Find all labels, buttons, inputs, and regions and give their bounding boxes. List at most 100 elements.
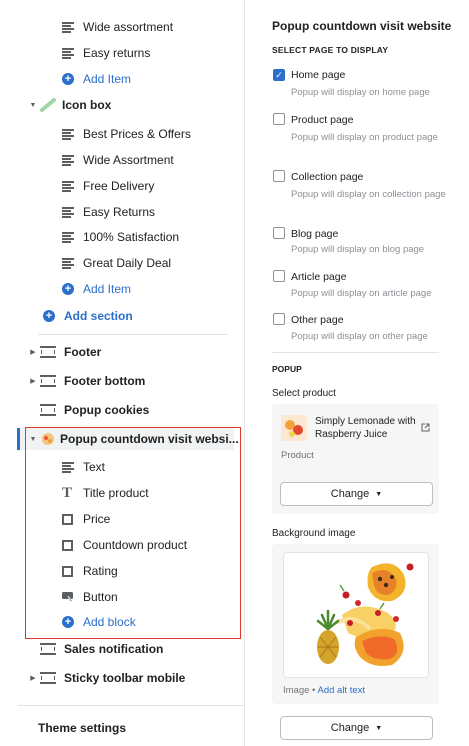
block-label: Wide assortment (83, 20, 174, 34)
text-block-icon (62, 462, 74, 473)
product-type: Product (281, 450, 314, 461)
section-footer[interactable]: ▶ Footer (28, 341, 101, 363)
text-block-icon (62, 207, 74, 218)
block-countdown-product[interactable]: Countdown product (62, 534, 187, 556)
sections-sidebar: Wide assortment Easy returns + Add Item … (0, 0, 245, 746)
add-alt-text-link[interactable]: Add alt text (318, 685, 366, 696)
checkbox-other-page[interactable] (273, 313, 285, 325)
text-block-icon (62, 22, 74, 33)
section-label: Footer bottom (64, 374, 146, 388)
block-label: Countdown product (83, 538, 188, 552)
icon-box-item[interactable]: Free Delivery (62, 175, 154, 197)
block-label: Wide Assortment (83, 153, 174, 167)
section-label: Sticky toolbar mobile (64, 671, 186, 685)
block-label: Button (83, 590, 118, 604)
caret-right-icon: ▶ (30, 675, 36, 682)
caret-right-icon: ▶ (30, 378, 36, 385)
icon-box-item[interactable]: Best Prices & Offers (62, 123, 191, 145)
section-sales-notification[interactable]: Sales notification (40, 638, 163, 660)
caret-down-icon: ▼ (29, 101, 37, 109)
add-item-label: Add Item (83, 72, 132, 86)
section-sticky-toolbar[interactable]: ▶ Sticky toolbar mobile (28, 667, 185, 689)
checkbox-help-text: Popup will display on collection page (291, 189, 446, 200)
checkbox-home-page[interactable]: ✓ (273, 69, 285, 81)
section-label: Footer (64, 345, 102, 359)
block-label: Free Delivery (83, 179, 155, 193)
add-item-button[interactable]: + Add Item (62, 278, 131, 300)
section-label: Icon box (62, 98, 112, 112)
add-section-button[interactable]: + Add section (43, 305, 133, 327)
checkbox-blog-page[interactable] (273, 227, 285, 239)
block-text[interactable]: Text (62, 456, 105, 478)
icon-box-item[interactable]: Easy Returns (62, 201, 155, 223)
section-popup-cookies[interactable]: Popup cookies (40, 399, 149, 421)
button-label: Change (330, 722, 370, 734)
placeholder-block-icon (62, 513, 73, 525)
product-picker-card: Simply Lemonade with Raspberry Juice Pro… (272, 404, 439, 514)
change-product-button[interactable]: Change ▼ (280, 482, 433, 506)
checkbox-help-text: Popup will display on blog page (291, 244, 425, 255)
section-icon (40, 672, 56, 684)
checkbox-label: Product page (291, 114, 354, 126)
select-page-heading: SELECT PAGE TO DISPLAY (272, 45, 389, 55)
block-label: Price (83, 512, 111, 526)
icon-box-item[interactable]: 100% Satisfaction (62, 226, 179, 248)
section-icon (40, 375, 56, 387)
caret-down-icon: ▼ (375, 490, 383, 498)
highlight-box (25, 427, 241, 639)
block-price[interactable]: Price (62, 508, 110, 530)
divider (18, 705, 245, 706)
background-image-label: Background image (272, 528, 356, 539)
section-label: Sales notification (64, 642, 164, 656)
icon-box-item[interactable]: Wide Assortment (62, 149, 174, 171)
plus-icon: + (62, 616, 74, 628)
add-item-button[interactable]: + Add Item (62, 68, 131, 90)
section-footer-bottom[interactable]: ▶ Footer bottom (28, 370, 145, 392)
image-label: Image (283, 685, 310, 696)
section-icon (40, 404, 56, 416)
product-name: Simply Lemonade with Raspberry Juice (315, 416, 416, 440)
section-icon (40, 346, 56, 358)
caret-down-icon: ▼ (375, 724, 383, 732)
checkbox-product-page[interactable] (273, 113, 285, 125)
checkbox-help-text: Popup will display on product page (291, 132, 438, 143)
change-image-button[interactable]: Change ▼ (280, 716, 433, 740)
add-block-button[interactable]: + Add block (62, 611, 136, 633)
theme-settings-link[interactable]: Theme settings (38, 717, 126, 739)
icon-box-item[interactable]: Great Daily Deal (62, 252, 171, 274)
checkbox-article-page[interactable] (273, 270, 285, 282)
section-icon-box[interactable]: ▼ Icon box (28, 94, 111, 116)
section-settings-panel: Popup countdown visit website SELECT PAG… (246, 0, 469, 746)
checkbox-label: Blog page (291, 228, 339, 240)
theme-settings-label: Theme settings (38, 721, 127, 735)
plus-icon: + (62, 283, 74, 295)
checkbox-help-text: Popup will display on other page (291, 331, 428, 342)
external-link-icon[interactable] (421, 423, 430, 432)
add-item-label: Add Item (83, 282, 132, 296)
background-image-card: Image • Add alt text (272, 544, 439, 704)
block-button[interactable]: Button (62, 586, 118, 608)
block-easy-returns[interactable]: Easy returns (62, 42, 150, 64)
block-title-product[interactable]: T Title product (62, 482, 149, 504)
button-icon (62, 592, 74, 603)
checkbox-collection-page[interactable] (273, 170, 285, 182)
block-label: Great Daily Deal (83, 256, 172, 270)
checkbox-label: Other page (291, 314, 344, 326)
text-block-icon (62, 181, 74, 192)
panel-title: Popup countdown visit website (272, 19, 452, 33)
block-rating[interactable]: Rating (62, 560, 118, 582)
placeholder-block-icon (62, 565, 73, 577)
caret-right-icon: ▶ (30, 349, 36, 356)
block-label: 100% Satisfaction (83, 230, 180, 244)
block-wide-assortment[interactable]: Wide assortment (62, 16, 173, 38)
block-label: Easy Returns (83, 205, 156, 219)
image-preview[interactable] (283, 552, 429, 678)
text-block-icon (62, 48, 74, 59)
add-block-label: Add block (83, 615, 136, 629)
block-label: Best Prices & Offers (83, 127, 191, 141)
brush-icon (40, 98, 56, 112)
add-section-label: Add section (64, 309, 133, 323)
text-block-icon (62, 155, 74, 166)
select-product-label: Select product (272, 388, 336, 399)
section-label: Popup cookies (64, 403, 150, 417)
